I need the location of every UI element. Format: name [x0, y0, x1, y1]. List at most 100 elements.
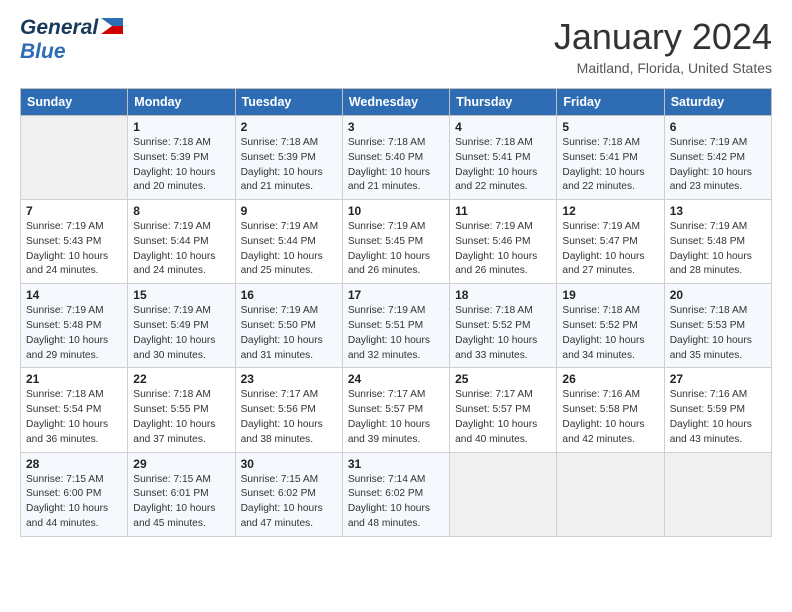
header-cell-friday: Friday — [557, 89, 664, 116]
day-number: 15 — [133, 288, 229, 302]
day-number: 20 — [670, 288, 766, 302]
day-cell: 18 Sunrise: 7:18 AM Sunset: 5:52 PM Dayli… — [450, 284, 557, 368]
day-info: Sunrise: 7:19 AM Sunset: 5:43 PM Dayligh… — [26, 220, 122, 279]
day-number: 14 — [26, 288, 122, 302]
day-number: 18 — [455, 288, 551, 302]
day-number: 28 — [26, 457, 122, 471]
day-info: Sunrise: 7:18 AM Sunset: 5:54 PM Dayligh… — [26, 388, 122, 447]
day-info: Sunrise: 7:19 AM Sunset: 5:48 PM Dayligh… — [26, 304, 122, 363]
week-row-1: 1Sunrise: 7:18 AM Sunset: 5:39 PM Daylig… — [21, 116, 772, 200]
day-cell — [557, 452, 664, 536]
day-info: Sunrise: 7:19 AM Sunset: 5:42 PM Dayligh… — [670, 136, 766, 195]
day-number: 7 — [26, 204, 122, 218]
logo-general: General — [20, 16, 98, 40]
day-info: Sunrise: 7:18 AM Sunset: 5:39 PM Dayligh… — [133, 136, 229, 195]
day-number: 3 — [348, 120, 444, 134]
calendar-header: SundayMondayTuesdayWednesdayThursdayFrid… — [21, 89, 772, 116]
day-cell — [450, 452, 557, 536]
day-number: 24 — [348, 372, 444, 386]
day-number: 25 — [455, 372, 551, 386]
day-cell: 21 Sunrise: 7:18 AM Sunset: 5:54 PM Dayli… — [21, 368, 128, 452]
day-cell: 1Sunrise: 7:18 AM Sunset: 5:39 PM Daylig… — [128, 116, 235, 200]
day-cell: 12 Sunrise: 7:19 AM Sunset: 5:47 PM Dayli… — [557, 200, 664, 284]
day-info: Sunrise: 7:18 AM Sunset: 5:40 PM Dayligh… — [348, 136, 444, 195]
day-info: Sunrise: 7:18 AM Sunset: 5:39 PM Dayligh… — [241, 136, 337, 195]
day-cell: 2 Sunrise: 7:18 AM Sunset: 5:39 PM Daylig… — [235, 116, 342, 200]
day-info: Sunrise: 7:19 AM Sunset: 5:44 PM Dayligh… — [133, 220, 229, 279]
day-info: Sunrise: 7:18 AM Sunset: 5:52 PM Dayligh… — [455, 304, 551, 363]
day-number: 26 — [562, 372, 658, 386]
day-cell: 8Sunrise: 7:19 AM Sunset: 5:44 PM Daylig… — [128, 200, 235, 284]
day-number: 17 — [348, 288, 444, 302]
header-cell-saturday: Saturday — [664, 89, 771, 116]
page-header: General Blue January 2024 Maitland, Flor… — [20, 16, 772, 76]
day-number: 31 — [348, 457, 444, 471]
day-number: 30 — [241, 457, 337, 471]
day-number: 6 — [670, 120, 766, 134]
header-cell-thursday: Thursday — [450, 89, 557, 116]
day-info: Sunrise: 7:15 AM Sunset: 6:00 PM Dayligh… — [26, 473, 122, 532]
week-row-2: 7 Sunrise: 7:19 AM Sunset: 5:43 PM Daylig… — [21, 200, 772, 284]
day-number: 13 — [670, 204, 766, 218]
day-cell: 5Sunrise: 7:18 AM Sunset: 5:41 PM Daylig… — [557, 116, 664, 200]
day-cell: 24 Sunrise: 7:17 AM Sunset: 5:57 PM Dayli… — [342, 368, 449, 452]
week-row-3: 14 Sunrise: 7:19 AM Sunset: 5:48 PM Dayli… — [21, 284, 772, 368]
day-number: 21 — [26, 372, 122, 386]
day-info: Sunrise: 7:19 AM Sunset: 5:45 PM Dayligh… — [348, 220, 444, 279]
day-info: Sunrise: 7:17 AM Sunset: 5:56 PM Dayligh… — [241, 388, 337, 447]
day-info: Sunrise: 7:18 AM Sunset: 5:55 PM Dayligh… — [133, 388, 229, 447]
day-cell: 7 Sunrise: 7:19 AM Sunset: 5:43 PM Daylig… — [21, 200, 128, 284]
day-cell: 6 Sunrise: 7:19 AM Sunset: 5:42 PM Daylig… — [664, 116, 771, 200]
day-info: Sunrise: 7:19 AM Sunset: 5:50 PM Dayligh… — [241, 304, 337, 363]
day-info: Sunrise: 7:15 AM Sunset: 6:01 PM Dayligh… — [133, 473, 229, 532]
day-cell: 14 Sunrise: 7:19 AM Sunset: 5:48 PM Dayli… — [21, 284, 128, 368]
day-cell: 19 Sunrise: 7:18 AM Sunset: 5:52 PM Dayli… — [557, 284, 664, 368]
day-info: Sunrise: 7:19 AM Sunset: 5:47 PM Dayligh… — [562, 220, 658, 279]
day-cell: 16 Sunrise: 7:19 AM Sunset: 5:50 PM Dayli… — [235, 284, 342, 368]
day-cell: 17Sunrise: 7:19 AM Sunset: 5:51 PM Dayli… — [342, 284, 449, 368]
day-number: 22 — [133, 372, 229, 386]
week-row-4: 21 Sunrise: 7:18 AM Sunset: 5:54 PM Dayli… — [21, 368, 772, 452]
day-cell: 29Sunrise: 7:15 AM Sunset: 6:01 PM Dayli… — [128, 452, 235, 536]
day-cell: 25 Sunrise: 7:17 AM Sunset: 5:57 PM Dayli… — [450, 368, 557, 452]
day-number: 4 — [455, 120, 551, 134]
day-info: Sunrise: 7:19 AM Sunset: 5:49 PM Dayligh… — [133, 304, 229, 363]
day-info: Sunrise: 7:18 AM Sunset: 5:53 PM Dayligh… — [670, 304, 766, 363]
day-cell: 10Sunrise: 7:19 AM Sunset: 5:45 PM Dayli… — [342, 200, 449, 284]
day-cell — [21, 116, 128, 200]
day-cell: 22 Sunrise: 7:18 AM Sunset: 5:55 PM Dayli… — [128, 368, 235, 452]
title-block: January 2024 Maitland, Florida, United S… — [554, 16, 772, 76]
logo-flag-icon — [101, 18, 123, 34]
day-info: Sunrise: 7:17 AM Sunset: 5:57 PM Dayligh… — [455, 388, 551, 447]
day-info: Sunrise: 7:18 AM Sunset: 5:41 PM Dayligh… — [562, 136, 658, 195]
day-number: 27 — [670, 372, 766, 386]
header-cell-wednesday: Wednesday — [342, 89, 449, 116]
day-number: 23 — [241, 372, 337, 386]
day-info: Sunrise: 7:18 AM Sunset: 5:41 PM Dayligh… — [455, 136, 551, 195]
day-cell: 26 Sunrise: 7:16 AM Sunset: 5:58 PM Dayli… — [557, 368, 664, 452]
header-cell-sunday: Sunday — [21, 89, 128, 116]
header-cell-tuesday: Tuesday — [235, 89, 342, 116]
day-info: Sunrise: 7:17 AM Sunset: 5:57 PM Dayligh… — [348, 388, 444, 447]
day-cell: 9Sunrise: 7:19 AM Sunset: 5:44 PM Daylig… — [235, 200, 342, 284]
day-info: Sunrise: 7:14 AM Sunset: 6:02 PM Dayligh… — [348, 473, 444, 532]
day-cell: 31 Sunrise: 7:14 AM Sunset: 6:02 PM Dayli… — [342, 452, 449, 536]
day-number: 2 — [241, 120, 337, 134]
day-info: Sunrise: 7:19 AM Sunset: 5:46 PM Dayligh… — [455, 220, 551, 279]
day-number: 16 — [241, 288, 337, 302]
day-info: Sunrise: 7:15 AM Sunset: 6:02 PM Dayligh… — [241, 473, 337, 532]
day-cell: 20 Sunrise: 7:18 AM Sunset: 5:53 PM Dayli… — [664, 284, 771, 368]
header-cell-monday: Monday — [128, 89, 235, 116]
day-info: Sunrise: 7:19 AM Sunset: 5:48 PM Dayligh… — [670, 220, 766, 279]
day-cell: 15 Sunrise: 7:19 AM Sunset: 5:49 PM Dayli… — [128, 284, 235, 368]
day-info: Sunrise: 7:18 AM Sunset: 5:52 PM Dayligh… — [562, 304, 658, 363]
day-cell: 28 Sunrise: 7:15 AM Sunset: 6:00 PM Dayli… — [21, 452, 128, 536]
logo-blue: Blue — [20, 40, 123, 64]
day-cell — [664, 452, 771, 536]
day-number: 12 — [562, 204, 658, 218]
day-info: Sunrise: 7:16 AM Sunset: 5:58 PM Dayligh… — [562, 388, 658, 447]
day-number: 19 — [562, 288, 658, 302]
month-year-title: January 2024 — [554, 16, 772, 58]
calendar-body: 1Sunrise: 7:18 AM Sunset: 5:39 PM Daylig… — [21, 116, 772, 537]
location-subtitle: Maitland, Florida, United States — [554, 60, 772, 76]
